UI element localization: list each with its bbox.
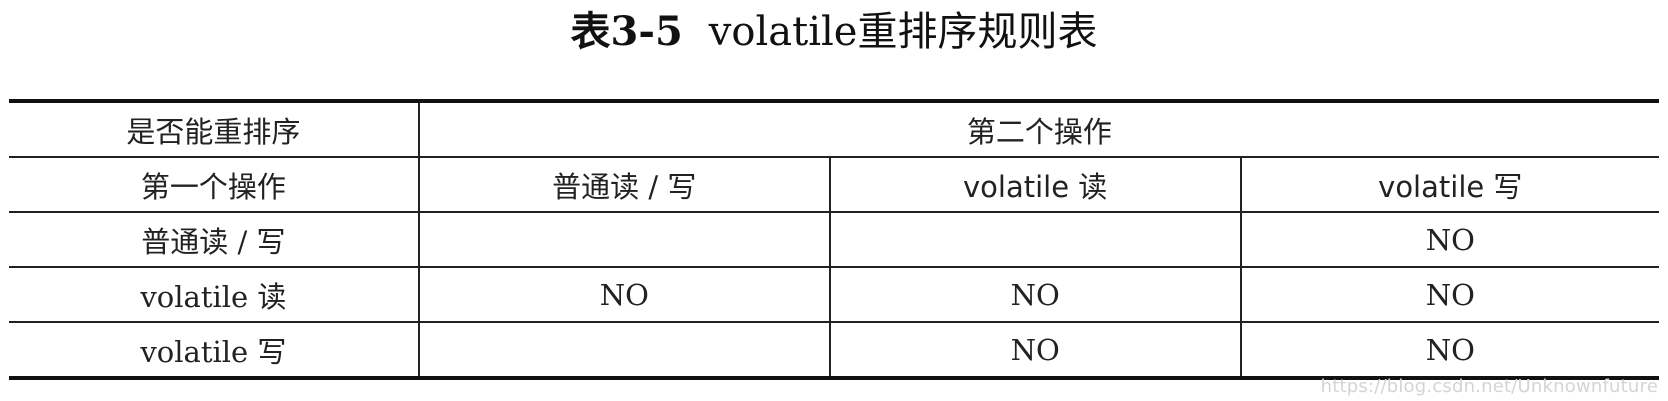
first-operation-header: 第一个操作 [9,156,419,212]
table-cell: NO [417,266,830,322]
column-header-volatile-read: volatile 读 [828,156,1241,212]
row-header-normal-rw: 普通读 / 写 [9,211,419,267]
header-row-top: 是否能重排序 第二个操作 [9,101,1659,157]
table-row: volatile 读 NO NO NO [9,266,1659,322]
watermark-url: https://blog.csdn.net/Unknownfuture [1320,376,1658,397]
column-header-volatile-write: volatile 写 [1239,156,1659,212]
table-caption: 表3-5 volatile重排序规则表 [0,6,1668,58]
caption-title: volatile重排序规则表 [708,9,1098,55]
table-cell [828,211,1241,267]
table-cell: NO [1239,266,1659,322]
table-cell: NO [1239,211,1659,267]
table-cell [417,211,830,267]
table-cell [417,321,830,378]
table-cell: NO [828,321,1241,378]
table-row: volatile 写 NO NO [9,321,1659,378]
caption-label: 表3-5 [570,8,683,55]
column-header-normal-rw: 普通读 / 写 [417,156,830,212]
row-header-volatile-read: volatile 读 [9,266,419,322]
reorder-rules-table: 是否能重排序 第二个操作 第一个操作 普通读 / 写 volatile 读 vo… [9,99,1659,380]
second-operation-header: 第二个操作 [417,101,1659,157]
table-cell: NO [828,266,1241,322]
corner-header-cell: 是否能重排序 [126,114,301,149]
header-row-columns: 第一个操作 普通读 / 写 volatile 读 volatile 写 [9,156,1659,212]
table-row: 普通读 / 写 NO [9,211,1659,267]
table-cell: NO [1239,321,1659,378]
row-header-volatile-write: volatile 写 [9,321,419,378]
